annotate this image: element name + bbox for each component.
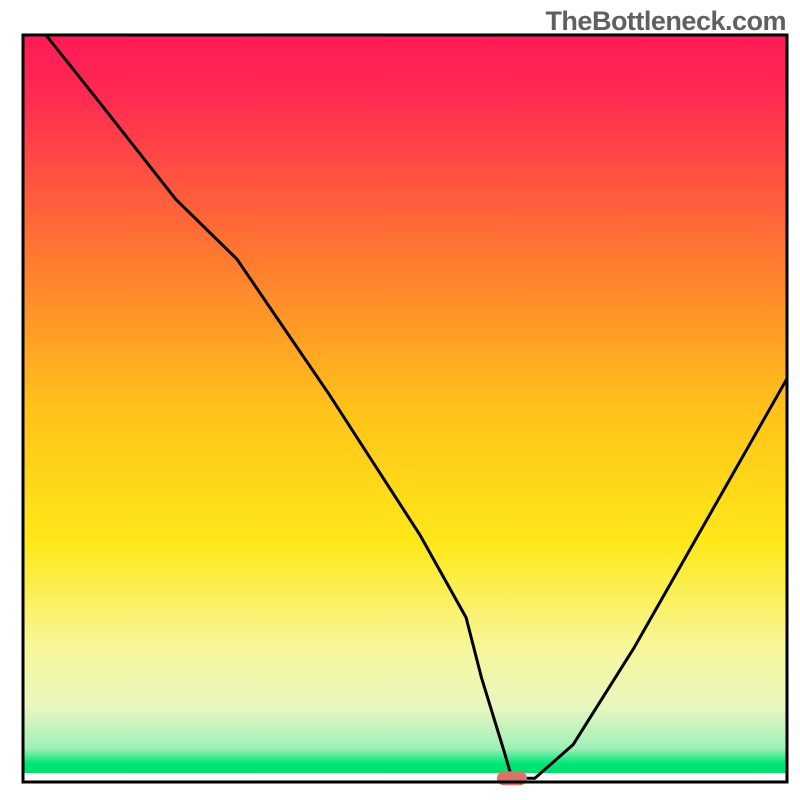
gradient-background bbox=[23, 35, 787, 782]
watermark-text: TheBottleneck.com bbox=[545, 6, 786, 37]
chart-canvas bbox=[0, 0, 800, 800]
bottleneck-chart: TheBottleneck.com bbox=[0, 0, 800, 800]
